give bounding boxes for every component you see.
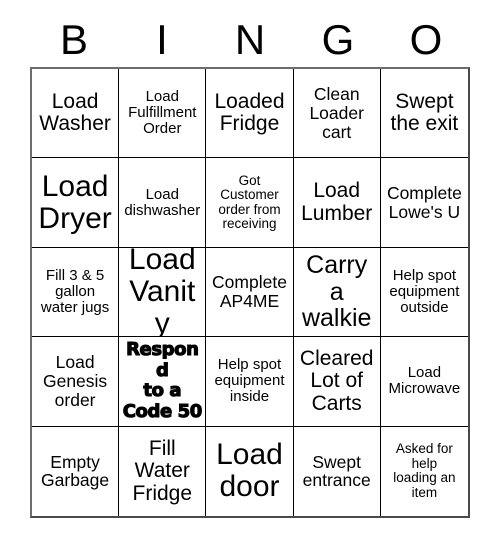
bingo-square-label: Swept the exit [390, 89, 459, 136]
bingo-square[interactable]: Load Lumber [293, 158, 381, 248]
bingo-square-label: Load Vanity [128, 247, 196, 338]
bingo-square-label: Fill Water Fridge [132, 436, 193, 505]
bingo-header-row: B I N G O [30, 14, 470, 66]
bingo-square[interactable]: Help spot equipment inside [206, 337, 294, 427]
bingo-square[interactable]: Fill Water Fridge [119, 426, 207, 516]
bingo-square-label: Help spot equipment inside [214, 356, 285, 406]
bingo-square-label: Complete Lowe's U [386, 182, 462, 222]
bingo-card-page: B I N G O Load Washer Load Fulfillment Or… [0, 0, 500, 544]
bingo-header-letter-i: I [156, 16, 168, 63]
bingo-square[interactable]: Cleared Lot of Carts [293, 337, 381, 427]
bingo-header-letter-o: O [409, 16, 443, 63]
bingo-header-letter-n: N [234, 16, 266, 63]
bingo-square[interactable]: Load Dryer [32, 158, 120, 248]
bingo-square-label: Loaded Fridge [214, 89, 285, 136]
bingo-square[interactable]: Got Customer order from receiving [206, 158, 294, 248]
bingo-square[interactable]: Load door [206, 426, 294, 516]
bingo-square-label: Load Dryer [38, 169, 112, 235]
bingo-square-label: Load Fulfillment Order [128, 88, 197, 138]
bingo-square[interactable]: Carry a walkie [293, 247, 381, 338]
bingo-square[interactable]: Asked for help loading an item [380, 426, 468, 516]
bingo-square[interactable]: Load Genesis order [32, 337, 120, 427]
bingo-header-letter-b: B [59, 16, 88, 63]
bingo-square-label: Load Microwave [388, 364, 461, 398]
bingo-square[interactable]: Help spot equipment outside [380, 247, 468, 338]
bingo-square-label: Fill 3 & 5 gallon water jugs [40, 266, 110, 317]
bingo-square-label: Load dishwasher [124, 185, 201, 219]
bingo-square[interactable]: Complete Lowe's U [380, 158, 468, 248]
bingo-square[interactable]: Load Microwave [380, 337, 468, 427]
bingo-square[interactable]: Fill 3 & 5 gallon water jugs [32, 247, 120, 338]
bingo-square-label: Load Washer [39, 89, 111, 136]
bingo-square[interactable]: Clean Loader cart [293, 69, 381, 159]
bingo-square-label: Got Customer order from receiving [218, 172, 281, 232]
bingo-square[interactable]: Load dishwasher [119, 158, 207, 248]
bingo-square[interactable]: Load Vanity [119, 247, 207, 338]
bingo-square-label: Load door [216, 438, 283, 504]
bingo-square[interactable]: Swept entrance [293, 426, 381, 516]
bingo-square-label: Load Genesis order [42, 352, 108, 410]
bingo-square[interactable]: Respond to a Code 50 [119, 337, 207, 427]
bingo-square[interactable]: Swept the exit [380, 69, 468, 159]
bingo-square[interactable]: Load Fulfillment Order [119, 69, 207, 159]
bingo-grid: Load Washer Load Fulfillment Order Loaded … [30, 67, 470, 518]
bingo-square-label: Cleared Lot of Carts [299, 346, 374, 415]
bingo-square[interactable]: Load Washer [32, 69, 120, 159]
bingo-header-letter-g: G [321, 16, 355, 63]
bingo-square-label: Complete AP4ME [212, 272, 287, 311]
bingo-square-label: Respond to a Code 50 [122, 338, 203, 423]
bingo-square-label: Carry a walkie [301, 250, 372, 333]
bingo-square-label: Clean Loader cart [309, 84, 364, 142]
bingo-square-label: Swept entrance [302, 451, 371, 491]
bingo-square-label: Load Lumber [301, 179, 373, 225]
bingo-square-label: Help spot equipment outside [389, 266, 460, 317]
bingo-square[interactable]: Loaded Fridge [206, 69, 294, 159]
bingo-square[interactable]: Complete AP4ME [206, 247, 294, 338]
bingo-square-label: Asked for help loading an item [393, 441, 456, 500]
bingo-square[interactable]: Empty Garbage [32, 426, 120, 516]
bingo-square-label: Empty Garbage [41, 451, 110, 491]
